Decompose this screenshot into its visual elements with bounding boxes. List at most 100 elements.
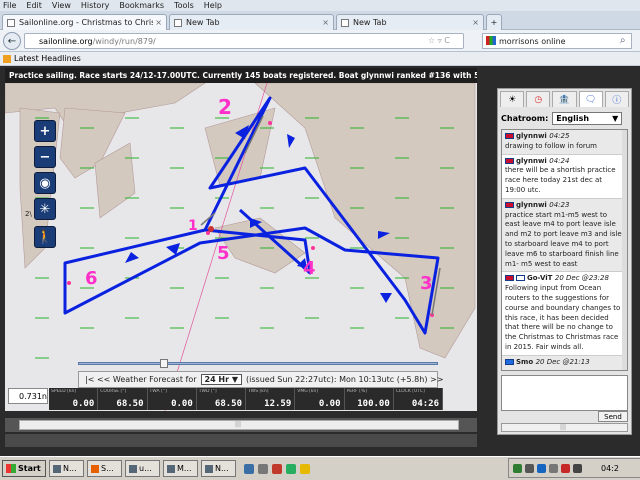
quicklaunch-icon[interactable] <box>286 463 296 474</box>
search-go-icon[interactable]: ⌕ <box>620 35 626 46</box>
page-favicon-icon <box>174 18 182 27</box>
taskbar-item[interactable]: M... <box>163 460 198 477</box>
tab-new-tab-2[interactable]: New Tab × <box>336 14 484 30</box>
bookmark-star-icon[interactable]: ☆ ▿ C <box>428 36 450 45</box>
instrument-label: VMG [kn] <box>297 389 319 394</box>
tray-icon[interactable] <box>561 463 570 473</box>
taskbar-item[interactable]: u... <box>125 460 160 477</box>
instrument-tws: TWS [kn] 12.59 <box>246 388 296 410</box>
crosshair-button[interactable]: ✳ <box>34 198 56 220</box>
bookmarks-toolbar: Latest Headlines <box>0 52 640 66</box>
instrument-course[interactable]: COURSE [°] 68.50 <box>98 388 148 410</box>
chat-scrollbar[interactable] <box>622 130 627 370</box>
message-time: 04:25 <box>549 132 570 140</box>
compass-button[interactable]: ◉ <box>34 172 56 194</box>
forecast-info[interactable]: (issued Sun 22:27utc): Mon 10:13utc (+5.… <box>246 375 443 384</box>
uk-flag-icon <box>505 157 514 164</box>
instrument-twa[interactable]: TWA [°] 0.00 <box>148 388 197 410</box>
app-icon <box>129 464 137 473</box>
message-time: 20 Dec @21:13 <box>535 357 590 366</box>
system-tray: 04:2 <box>508 458 640 478</box>
menu-tools[interactable]: Tools <box>174 1 194 10</box>
quicklaunch-icon[interactable] <box>272 463 282 474</box>
race-info-bar: Practice sailing. Race starts 24/12-17.0… <box>5 68 477 83</box>
taskbar-item[interactable]: S... <box>87 460 122 477</box>
taskbar-item[interactable]: N... <box>201 460 236 477</box>
send-button[interactable]: Send <box>598 411 628 422</box>
menu-bookmarks[interactable]: Bookmarks <box>119 1 164 10</box>
tray-icon[interactable] <box>525 463 534 473</box>
scrollbar-thumb[interactable]: ||| <box>19 420 459 430</box>
menu-help[interactable]: Help <box>204 1 222 10</box>
zoom-in-button[interactable]: + <box>34 120 56 142</box>
url-bar[interactable]: sailonline.org/windy/run/879/ <box>24 33 464 49</box>
instrument-value: 12.59 <box>264 399 292 409</box>
search-engine-icon[interactable] <box>486 36 496 45</box>
tab-label: Sailonline.org - Christmas to Christmas … <box>19 18 154 27</box>
taskbar-item-label: u... <box>139 464 152 473</box>
scroll-grip: ||| <box>235 421 242 428</box>
chatroom-value: English <box>556 113 590 123</box>
slider-thumb[interactable] <box>160 359 168 368</box>
close-tab-icon[interactable]: × <box>155 18 162 27</box>
back-button[interactable]: ← <box>3 32 21 50</box>
uk-flag-icon <box>505 201 514 208</box>
tab-ranking-icon[interactable]: 🏦 <box>552 91 577 107</box>
instrument-value: 68.50 <box>214 399 242 409</box>
start-button[interactable]: Start <box>2 460 46 477</box>
forecast-prefix[interactable]: |< << Weather Forecast for <box>85 375 197 384</box>
message-user: glynnwi <box>516 200 547 209</box>
close-tab-icon[interactable]: × <box>322 18 329 27</box>
folder-icon <box>205 464 213 473</box>
message-user: glynnwi <box>516 132 547 140</box>
chevron-down-icon: ▼ <box>612 113 619 123</box>
instrument-label: PERF [%] <box>346 389 368 394</box>
person-button[interactable]: 🚶 <box>34 226 56 248</box>
distance-readout: 0.731n <box>8 388 48 404</box>
quicklaunch-icon[interactable] <box>244 463 254 474</box>
race-map[interactable]: 2 1 5 6 4 3 <box>5 68 477 411</box>
menu-edit[interactable]: Edit <box>26 1 42 10</box>
instrument-value: 04:26 <box>411 399 439 409</box>
new-tab-button[interactable]: + <box>486 14 502 30</box>
chat-messages[interactable]: glynnwi 04:25 drawing to follow in forum … <box>501 129 628 371</box>
tray-icon[interactable] <box>573 463 582 473</box>
search-input[interactable]: morrisons online <box>482 33 632 49</box>
chat-input[interactable] <box>501 375 628 411</box>
tab-info-icon[interactable]: ⓘ <box>604 91 630 107</box>
close-tab-icon[interactable]: × <box>472 18 479 27</box>
tab-chat-icon[interactable]: 🗨 <box>578 91 603 107</box>
instrument-speed: SPEED [kn] 0.00 <box>49 388 99 410</box>
rss-icon <box>3 54 11 63</box>
tray-icon[interactable] <box>537 463 546 473</box>
tab-clock-icon[interactable]: ◷ <box>526 91 551 107</box>
tray-icon[interactable] <box>549 463 558 473</box>
chat-tabs: ☀ ◷ 🏦 🗨 ⓘ <box>500 91 630 107</box>
tab-weather-icon[interactable]: ☀ <box>500 91 525 107</box>
chat-horizontal-scrollbar[interactable]: ||| <box>501 423 628 432</box>
instrument-vmg: VMG [kn] 0.00 <box>295 388 345 410</box>
menu-history[interactable]: History <box>81 1 109 10</box>
forecast-time-slider[interactable] <box>78 362 438 365</box>
message-time: 04:24 <box>549 156 570 165</box>
instrument-label: SPEED [kn] <box>51 389 77 394</box>
quicklaunch-icon[interactable] <box>258 463 268 474</box>
taskbar-item[interactable]: N... <box>49 460 84 477</box>
chat-message: glynnwi 04:25 drawing to follow in forum <box>502 130 627 155</box>
map-horizontal-scrollbar[interactable]: ||| <box>5 418 477 432</box>
chat-message: Smo 20 Dec @21:13 <box>502 355 627 370</box>
tab-sailonline[interactable]: Sailonline.org - Christmas to Christmas … <box>2 14 167 30</box>
zoom-out-button[interactable]: − <box>34 146 56 168</box>
tab-new-tab-1[interactable]: New Tab × <box>169 14 334 30</box>
chatroom-label: Chatroom: <box>501 113 549 123</box>
menu-view[interactable]: View <box>52 1 71 10</box>
forecast-hours-value: 24 Hr <box>204 375 230 384</box>
tray-icon[interactable] <box>513 463 522 473</box>
forecast-hours-select[interactable]: 24 Hr ▼ <box>200 374 243 385</box>
quicklaunch-icon[interactable] <box>300 463 310 474</box>
tray-clock[interactable]: 04:2 <box>601 464 619 473</box>
bookmark-latest-headlines[interactable]: Latest Headlines <box>14 54 81 63</box>
chatroom-select[interactable]: English ▼ <box>552 111 623 125</box>
menu-file[interactable]: File <box>3 1 16 10</box>
page-favicon-icon <box>7 18 15 27</box>
